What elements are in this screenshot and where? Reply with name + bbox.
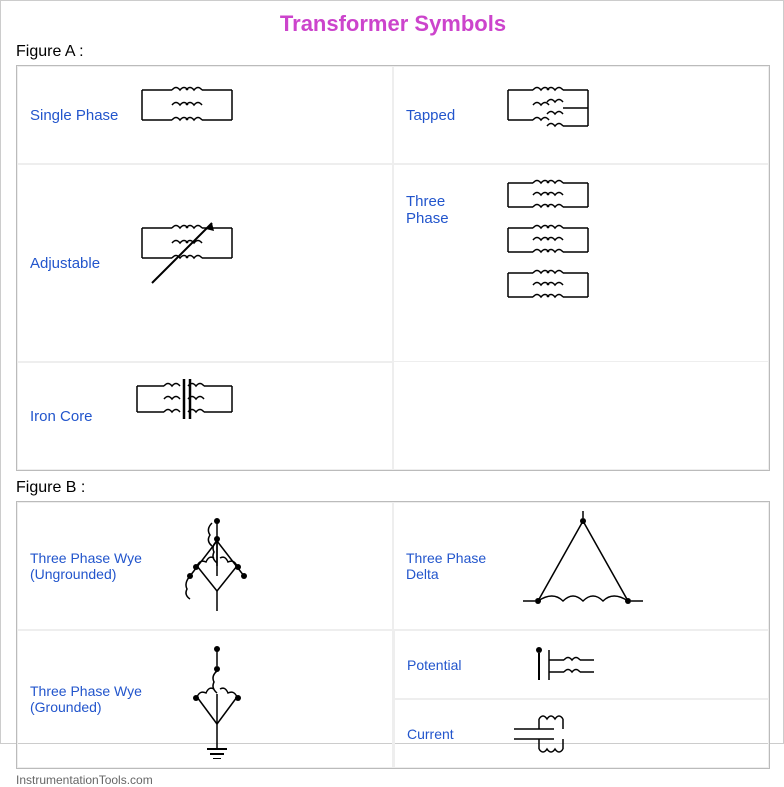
- iron-core-label: Iron Core: [30, 408, 120, 425]
- three-phase-symbol: [498, 173, 628, 353]
- cell-three-phase: ThreePhase: [393, 164, 769, 362]
- tapped-symbol: [498, 75, 628, 155]
- potential-symbol: [499, 640, 629, 690]
- figure-a-grid: Single Phase: [16, 65, 770, 471]
- cell-single-phase: Single Phase: [17, 66, 393, 164]
- adjustable-svg: [132, 213, 242, 313]
- delta-symbol: [518, 511, 648, 621]
- iron-core-svg: [132, 371, 252, 461]
- wye-grounded-label: Three Phase Wye(Grounded): [30, 683, 150, 715]
- delta-svg: [518, 511, 648, 621]
- single-phase-svg: [132, 75, 242, 155]
- tapped-label: Tapped: [406, 107, 486, 124]
- iron-core-symbol: [132, 371, 252, 461]
- tapped-svg: [498, 75, 628, 155]
- wye-ungrounded-label: Three Phase Wye(Ungrounded): [30, 550, 150, 582]
- potential-label: Potential: [407, 657, 487, 673]
- three-phase-svg: [498, 173, 628, 353]
- watermark: InstrumentationTools.com: [16, 773, 770, 787]
- single-phase-symbol: [132, 75, 242, 155]
- cell-delta: Three PhaseDelta: [393, 502, 769, 630]
- current-svg: [499, 709, 619, 759]
- adjustable-label: Adjustable: [30, 255, 120, 272]
- potential-current-column: Potential: [393, 630, 769, 768]
- cell-wye-ungrounded: Three Phase Wye(Ungrounded): [17, 502, 393, 630]
- current-symbol: [499, 709, 619, 759]
- cell-adjustable: Adjustable: [17, 164, 393, 362]
- wye-ungrounded-symbol: [162, 511, 272, 621]
- cell-iron-core: Iron Core: [17, 362, 393, 470]
- adjustable-symbol: [132, 213, 242, 313]
- page: Transformer Symbols Figure A : Single Ph…: [1, 1, 784, 745]
- wye-grounded-svg: [162, 639, 272, 759]
- cell-tapped: Tapped: [393, 66, 769, 164]
- single-phase-label: Single Phase: [30, 107, 120, 124]
- figure-b-grid: Three Phase Wye(Ungrounded): [16, 501, 770, 769]
- cell-placeholder: [393, 362, 769, 470]
- cell-current: Current: [394, 699, 769, 768]
- potential-svg: [499, 640, 629, 690]
- cell-wye-grounded: Three Phase Wye(Grounded): [17, 630, 393, 768]
- current-label: Current: [407, 726, 487, 742]
- three-phase-label: ThreePhase: [406, 173, 486, 227]
- cell-potential: Potential: [394, 630, 769, 699]
- wye-ungrounded-svg: [162, 511, 272, 621]
- wye-grounded-symbol: [162, 639, 272, 759]
- delta-label: Three PhaseDelta: [406, 550, 506, 582]
- figure-a-label: Figure A :: [16, 43, 770, 61]
- page-title: Transformer Symbols: [16, 11, 770, 37]
- figure-b-label: Figure B :: [16, 479, 770, 497]
